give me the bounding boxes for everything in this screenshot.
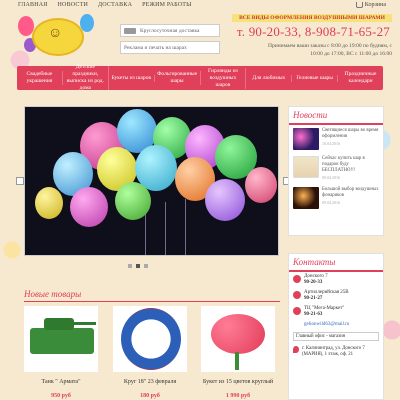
main-menu: Свадебные украшения Детские праздники, в…	[17, 64, 383, 92]
product-name[interactable]: Танк " Армата"	[21, 379, 101, 386]
balloon	[245, 167, 277, 203]
contact-phone: 90-21-63	[304, 312, 323, 317]
slider-dot[interactable]	[144, 264, 148, 268]
news-title: Новости	[289, 107, 383, 125]
product-image	[44, 318, 74, 330]
new-products-title: Новые товары	[24, 289, 82, 299]
balloon-string	[165, 202, 166, 255]
product-image	[30, 328, 94, 354]
product-price: 950 руб	[51, 393, 71, 399]
ad-label: Реклама и печать на шарах	[124, 44, 187, 51]
slider-image	[24, 106, 279, 256]
nav-hours[interactable]: РЕЖИМ РАБОТЫ	[142, 2, 191, 8]
menu-item-garlands[interactable]: Гирлянды из воздушных шаров	[201, 67, 247, 89]
product-image	[211, 314, 265, 354]
menu-item-helium[interactable]: Гелиевые шары	[292, 74, 339, 82]
phone-icon	[293, 291, 301, 299]
product-price: 180 руб	[140, 393, 160, 399]
shop-address: г. Калининград, ул. Донского 7 (МАРИЯ), …	[289, 344, 383, 360]
news-date: 10.04.2016	[322, 141, 340, 146]
ad-button[interactable]: Реклама и печать на шарах	[120, 41, 220, 54]
news-item[interactable]: Светящиеся шары во время оформления 10.04…	[289, 125, 383, 153]
news-text: Сейчас купить шар в подарок буду БЕСПЛАТ…	[322, 156, 365, 173]
logo[interactable]: ☺	[18, 12, 100, 60]
menu-item-wedding[interactable]: Свадебные украшения	[17, 71, 63, 85]
news-item[interactable]: Сейчас купить шар в подарок буду БЕСПЛАТ…	[289, 153, 383, 184]
news-panel: Новости Светящиеся шары во время оформле…	[288, 106, 384, 236]
top-nav: ГЛАВНАЯ НОВОСТИ ДОСТАВКА РЕЖИМ РАБОТЫ	[18, 2, 192, 8]
product-price: 1 990 руб	[225, 393, 251, 399]
news-text: Светящиеся шары во время оформления	[322, 128, 379, 139]
contact-phone: 90-20-33	[304, 280, 323, 285]
balloon	[35, 187, 63, 219]
news-thumbnail	[293, 156, 319, 178]
contact-row: Артиллерийская 25В 90-21-27	[289, 288, 383, 304]
working-hours: Принимаем ваши заказы с 8:00 до 19:00 по…	[268, 43, 392, 57]
news-thumbnail	[293, 187, 319, 209]
contact-row: ТЦ "Мега-Маркет" 90-21-63	[289, 304, 383, 320]
balloon-string	[185, 199, 186, 255]
phone-icon	[293, 307, 301, 315]
nav-news[interactable]: НОВОСТИ	[58, 2, 88, 8]
nav-home[interactable]: ГЛАВНАЯ	[18, 2, 48, 8]
contact-row: Донского 7 90-20-33	[289, 272, 383, 288]
map-pin-icon	[293, 346, 299, 353]
balloon	[70, 187, 108, 227]
phone-number: т. 90-20-33, 8-908-71-65-27	[236, 24, 390, 39]
menu-item-foil[interactable]: Фольгированные шары	[155, 71, 201, 85]
menu-item-kids[interactable]: Детские праздники, выписка из род. дома	[63, 64, 109, 92]
cart-label: Корзина	[364, 2, 386, 8]
news-text: Большой выбор воздушных фонариков	[322, 187, 379, 198]
logo-face-icon: ☺	[48, 26, 63, 41]
cart-icon	[355, 2, 363, 8]
product-card[interactable]	[201, 306, 275, 372]
product-card[interactable]	[24, 306, 98, 372]
address-text: г. Калининград, ул. Донского 7 (МАРИЯ), …	[302, 346, 365, 357]
slider-dots	[128, 264, 148, 268]
news-date: 09.04.2016	[322, 175, 340, 180]
delivery-button[interactable]: Круглосуточная доставка	[120, 24, 220, 37]
menu-item-calendars[interactable]: Праздничные календари	[338, 71, 383, 85]
contacts-panel: Контакты Донского 7 90-20-33 Артиллерийск…	[288, 253, 384, 400]
product-image	[235, 352, 239, 370]
slider-dot[interactable]	[128, 264, 132, 268]
news-thumbnail	[293, 128, 319, 150]
phone-icon	[293, 275, 301, 283]
slider-dot-active[interactable]	[136, 264, 140, 268]
nav-delivery[interactable]: ДОСТАВКА	[98, 2, 132, 8]
product-card[interactable]	[113, 306, 187, 372]
menu-item-loved[interactable]: Для любимых	[246, 74, 293, 82]
slogan: ВСЕ ВИДЫ ОФОРМЛЕНИЯ ВОЗДУШНЫМИ ШАРАМИ	[232, 14, 392, 22]
menu-item-bouquets[interactable]: Букеты из шаров	[109, 74, 155, 82]
news-item[interactable]: Большой выбор воздушных фонариков 09.04.2…	[289, 184, 383, 212]
product-name[interactable]: Круг 18" 23 февраля	[110, 379, 190, 386]
divider	[24, 301, 280, 302]
product-name[interactable]: Букет из 15 цветов круглый	[198, 379, 278, 386]
contacts-title: Контакты	[289, 254, 383, 272]
product-image	[121, 308, 181, 370]
truck-icon	[124, 27, 136, 34]
delivery-label: Круглосуточная доставка	[140, 27, 200, 34]
email-link[interactable]: gelionwild63@mail.ru	[289, 320, 383, 329]
slider-prev-button[interactable]	[16, 177, 24, 185]
contact-phone: 90-21-27	[304, 296, 323, 301]
shop-select[interactable]: Главный офис - магазин	[293, 332, 379, 341]
balloon	[205, 179, 245, 221]
balloon	[115, 182, 151, 220]
cart-link[interactable]: Корзина	[355, 2, 386, 8]
news-date: 09.04.2016	[322, 200, 340, 205]
product-image	[72, 322, 96, 325]
